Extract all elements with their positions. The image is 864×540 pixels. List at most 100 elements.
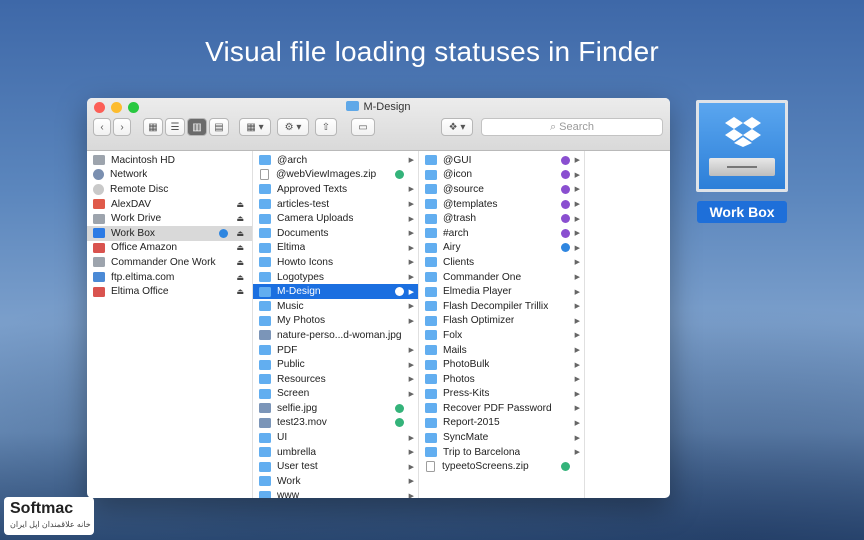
list-item[interactable]: Office Amazon ⏏: [87, 241, 252, 256]
list-item[interactable]: Documents ▶: [253, 226, 418, 241]
list-item[interactable]: typeetoScreens.zip: [419, 459, 584, 474]
folder-icon: [425, 286, 437, 297]
item-label: Howto Icons: [277, 256, 334, 268]
column-view-button[interactable]: ▥: [187, 118, 207, 136]
list-item[interactable]: www ▶: [253, 489, 418, 498]
list-item[interactable]: #arch ▶: [419, 226, 584, 241]
eject-icon[interactable]: ⏏: [236, 229, 244, 238]
disclosure-arrow-icon: ▶: [408, 274, 414, 282]
download-status-icon: [395, 403, 404, 413]
list-item[interactable]: Network: [87, 168, 252, 183]
list-item[interactable]: Screen ▶: [253, 387, 418, 402]
item-label: My Photos: [277, 315, 326, 327]
list-item[interactable]: Work Box ⏏: [87, 225, 252, 241]
list-item[interactable]: Airy ▶: [419, 241, 584, 256]
list-item[interactable]: Music ▶: [253, 299, 418, 314]
list-item[interactable]: Eltima Office ⏏: [87, 284, 252, 299]
eject-icon[interactable]: ⏏: [236, 243, 244, 252]
list-item[interactable]: Public ▶: [253, 357, 418, 372]
list-item[interactable]: @icon ▶: [419, 168, 584, 183]
item-label: @source: [443, 183, 484, 195]
list-item[interactable]: umbrella ▶: [253, 445, 418, 460]
list-item[interactable]: My Photos ▶: [253, 314, 418, 329]
list-item[interactable]: Eltima ▶: [253, 241, 418, 256]
list-item[interactable]: Recover PDF Password ▶: [419, 401, 584, 416]
item-label: Press-Kits: [443, 388, 490, 400]
disclosure-arrow-icon: ▶: [408, 390, 414, 398]
list-item[interactable]: Commander One Work ⏏: [87, 255, 252, 270]
eject-icon[interactable]: ⏏: [236, 287, 244, 296]
list-item[interactable]: Clients ▶: [419, 255, 584, 270]
list-item[interactable]: Resources ▶: [253, 372, 418, 387]
eject-icon[interactable]: ⏏: [236, 200, 244, 209]
eject-icon[interactable]: ⏏: [236, 273, 244, 282]
list-item[interactable]: UI ▶: [253, 430, 418, 445]
list-item[interactable]: Folx ▶: [419, 328, 584, 343]
list-item[interactable]: Logotypes ▶: [253, 270, 418, 285]
list-item[interactable]: Mails ▶: [419, 343, 584, 358]
download-status-icon: [561, 462, 570, 472]
watermark-brand: Softmac: [10, 500, 74, 517]
pending-status-icon: [561, 214, 570, 224]
list-item[interactable]: Elmedia Player ▶: [419, 284, 584, 299]
coverflow-view-button[interactable]: ▤: [209, 118, 229, 136]
list-item[interactable]: nature-perso...d-woman.jpg: [253, 328, 418, 343]
eject-icon[interactable]: ⏏: [236, 214, 244, 223]
item-label: User test: [277, 461, 318, 473]
list-item[interactable]: ftp.eltima.com ⏏: [87, 270, 252, 285]
list-item[interactable]: @trash ▶: [419, 211, 584, 226]
list-item[interactable]: Work ▶: [253, 474, 418, 489]
list-item[interactable]: Flash Optimizer ▶: [419, 314, 584, 329]
folder-icon: [425, 228, 437, 239]
disclosure-arrow-icon: ▶: [408, 186, 414, 194]
folder-icon: [425, 330, 437, 341]
list-item[interactable]: Remote Disc: [87, 182, 252, 197]
list-item[interactable]: Photos ▶: [419, 372, 584, 387]
list-view-button[interactable]: ☰: [165, 118, 185, 136]
item-label: umbrella: [277, 446, 317, 458]
list-item[interactable]: M-Design ▶: [253, 284, 418, 299]
list-item[interactable]: Commander One ▶: [419, 270, 584, 285]
list-item[interactable]: PhotoBulk ▶: [419, 357, 584, 372]
list-item[interactable]: Report-2015 ▶: [419, 416, 584, 431]
search-icon: ⌕: [549, 120, 557, 133]
dropbox-button[interactable]: ❖ ▾: [441, 118, 473, 136]
item-label: Clients: [443, 256, 475, 268]
list-item[interactable]: Flash Decompiler Trillix ▶: [419, 299, 584, 314]
tag-button[interactable]: ▭: [351, 118, 375, 136]
forward-button[interactable]: ›: [113, 118, 131, 136]
eject-icon[interactable]: ⏏: [236, 258, 244, 267]
list-item[interactable]: @arch ▶: [253, 153, 418, 168]
list-item[interactable]: Approved Texts ▶: [253, 182, 418, 197]
list-item[interactable]: @source ▶: [419, 182, 584, 197]
disclosure-arrow-icon: ▶: [408, 288, 414, 296]
list-item[interactable]: articles-test ▶: [253, 197, 418, 212]
list-item[interactable]: Macintosh HD: [87, 153, 252, 168]
list-item[interactable]: Press-Kits ▶: [419, 387, 584, 402]
list-item[interactable]: Howto Icons ▶: [253, 255, 418, 270]
list-item[interactable]: @GUI ▶: [419, 153, 584, 168]
item-label: Work: [277, 475, 301, 487]
list-item[interactable]: User test ▶: [253, 459, 418, 474]
list-item[interactable]: @templates ▶: [419, 197, 584, 212]
list-item[interactable]: AlexDAV ⏏: [87, 197, 252, 212]
arrange-button[interactable]: ▦ ▾: [239, 118, 271, 136]
list-item[interactable]: Work Drive ⏏: [87, 211, 252, 226]
list-item[interactable]: Camera Uploads ▶: [253, 211, 418, 226]
work-box-drive-icon[interactable]: [696, 100, 788, 192]
list-item[interactable]: @webViewImages.zip: [253, 168, 418, 183]
search-input[interactable]: ⌕ Search: [481, 118, 663, 136]
item-label: Report-2015: [443, 417, 500, 429]
list-item[interactable]: selfie.jpg: [253, 401, 418, 416]
back-button[interactable]: ‹: [93, 118, 111, 136]
sync-status-icon: [219, 228, 228, 238]
list-item[interactable]: test23.mov: [253, 416, 418, 431]
list-item[interactable]: Trip to Barcelona ▶: [419, 445, 584, 460]
share-button[interactable]: ⇧: [315, 118, 337, 136]
drive-icon: [93, 213, 105, 224]
action-button[interactable]: ⚙ ▾: [277, 118, 309, 136]
list-item[interactable]: PDF ▶: [253, 343, 418, 358]
icon-view-button[interactable]: ▦: [143, 118, 163, 136]
list-item[interactable]: SyncMate ▶: [419, 430, 584, 445]
folder-icon: [259, 272, 271, 283]
